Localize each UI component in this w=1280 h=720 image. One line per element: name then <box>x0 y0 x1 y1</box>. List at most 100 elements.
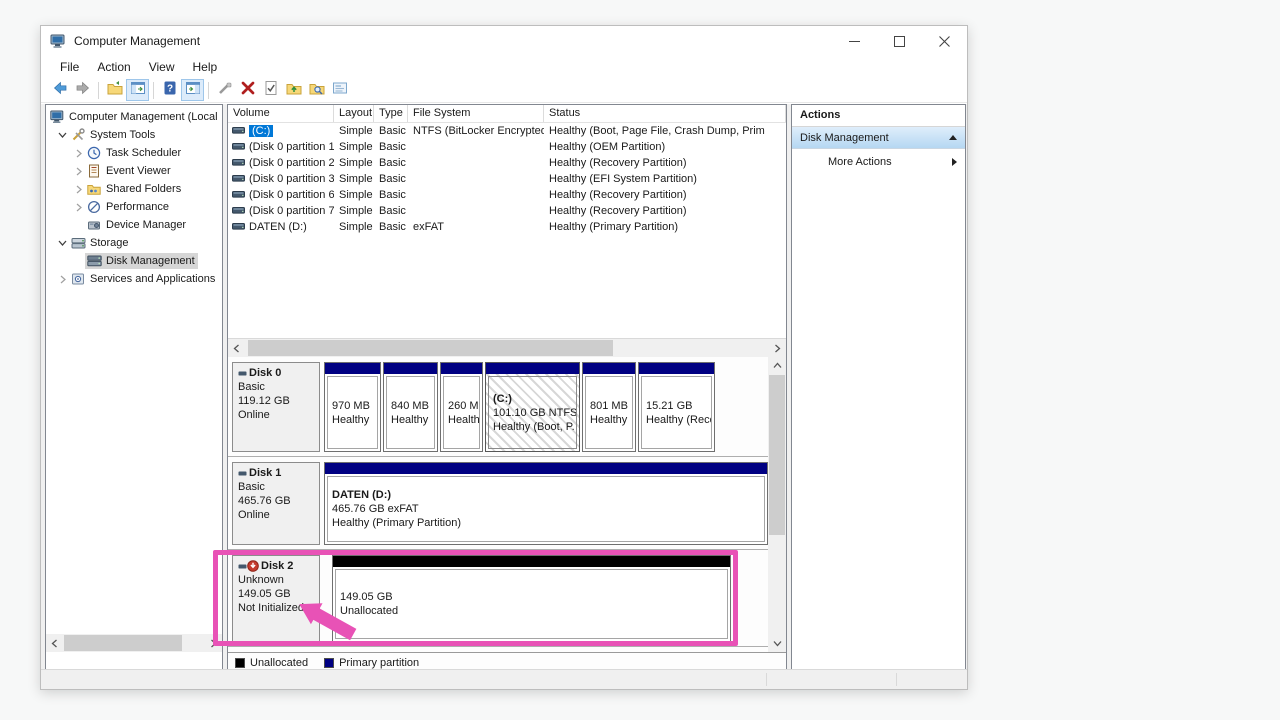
partition-block[interactable]: DATEN (D:)465.76 GB exFATHealthy (Primar… <box>324 462 768 545</box>
more-actions-item[interactable]: More Actions <box>792 149 965 175</box>
minimize-button[interactable] <box>832 26 877 56</box>
volume-row[interactable]: (Disk 0 partition 2)SimpleBasicHealthy (… <box>228 155 786 171</box>
delete-toolbar-button[interactable] <box>236 79 259 101</box>
volume-row[interactable]: (Disk 0 partition 1)SimpleBasicHealthy (… <box>228 139 786 155</box>
scroll-up-arrow-icon[interactable] <box>768 357 786 374</box>
partition-type-bar <box>639 363 714 374</box>
legend-item-primary-partition: Primary partition <box>324 657 419 669</box>
tree-horizontal-scrollbar[interactable] <box>46 634 222 652</box>
menu-action[interactable]: Action <box>88 58 139 76</box>
tree-item-performance[interactable]: Performance <box>46 198 222 216</box>
volume-row[interactable]: (Disk 0 partition 6)SimpleBasicHealthy (… <box>228 187 786 203</box>
menu-help[interactable]: Help <box>184 58 227 76</box>
partition-info-line: Healthy <box>332 413 373 427</box>
volume-row[interactable]: (Disk 0 partition 3)SimpleBasicHealthy (… <box>228 171 786 187</box>
tree-item-storage[interactable]: Storage <box>46 234 222 252</box>
partition-type-bar <box>583 363 635 374</box>
console-tree-toolbar-button[interactable] <box>126 79 149 101</box>
chevron-down-icon[interactable] <box>56 237 69 250</box>
partition-block[interactable]: 970 MBHealthy <box>324 362 381 452</box>
tree-item-label: Disk Management <box>106 255 195 267</box>
folder-find-toolbar-button[interactable] <box>305 79 328 101</box>
actions-panel-title: Actions <box>792 105 965 127</box>
back-icon <box>52 80 68 101</box>
partition-info-line: Healthy <box>391 413 430 427</box>
partition-block[interactable]: 840 MBHealthy <box>383 362 438 452</box>
maximize-button[interactable] <box>877 26 922 56</box>
action-pane-toolbar-button[interactable] <box>181 79 204 101</box>
partition-block[interactable]: 15.21 GBHealthy (Reco <box>638 362 715 452</box>
folder-up-toolbar-button[interactable] <box>282 79 305 101</box>
scroll-right-arrow-icon[interactable] <box>205 634 222 652</box>
volume-scrollbar-thumb[interactable] <box>248 340 613 356</box>
volume-status: Healthy (Primary Partition) <box>544 221 786 233</box>
close-button[interactable] <box>922 26 967 56</box>
volume-type: Basic <box>374 205 408 217</box>
volume-layout: Simple <box>334 125 374 137</box>
collapse-icon[interactable] <box>949 135 957 140</box>
menu-file[interactable]: File <box>51 58 88 76</box>
volume-layout: Simple <box>334 173 374 185</box>
disk-label-disk-0[interactable]: Disk 0Basic119.12 GBOnline <box>232 362 320 452</box>
disk-view-vertical-scrollbar[interactable] <box>768 357 786 652</box>
help-toolbar-button[interactable]: ? <box>158 79 181 101</box>
column-header-status[interactable]: Status <box>544 105 786 122</box>
column-header-volume[interactable]: Volume <box>228 105 334 122</box>
partition-block[interactable]: 801 MBHealthy <box>582 362 636 452</box>
storage-icon <box>70 236 86 250</box>
menu-view[interactable]: View <box>140 58 184 76</box>
column-header-file-system[interactable]: File System <box>408 105 544 122</box>
volume-row[interactable]: (Disk 0 partition 7)SimpleBasicHealthy (… <box>228 203 786 219</box>
column-header-type[interactable]: Type <box>374 105 408 122</box>
chevron-down-icon[interactable] <box>56 129 69 142</box>
scroll-right-arrow-icon[interactable] <box>769 339 786 357</box>
partition-block[interactable]: (C:)101.10 GB NTFS (Healthy (Boot, P. <box>485 362 580 452</box>
disk-label-disk-2[interactable]: Disk 2Unknown149.05 GBNot Initialized <box>232 555 320 642</box>
tree-item-shared-folders[interactable]: Shared Folders <box>46 180 222 198</box>
tree-item-task-scheduler[interactable]: Task Scheduler <box>46 144 222 162</box>
scroll-left-arrow-icon[interactable] <box>46 634 63 652</box>
chevron-right-icon[interactable] <box>72 147 85 160</box>
computer-icon <box>49 110 65 124</box>
partition-info-line: Unallocated <box>340 604 723 618</box>
properties-toolbar-button[interactable] <box>328 79 351 101</box>
chevron-right-icon[interactable] <box>72 165 85 178</box>
chevron-right-icon[interactable] <box>56 273 69 286</box>
tree-item-computer-management-local[interactable]: Computer Management (Local <box>46 108 222 126</box>
actions-group-label: Disk Management <box>800 132 889 144</box>
tree-item-device-manager[interactable]: Device Manager <box>46 216 222 234</box>
console-tree-panel: Computer Management (LocalSystem ToolsTa… <box>45 104 223 671</box>
system-tools-icon <box>70 128 86 142</box>
volume-list-horizontal-scrollbar[interactable] <box>228 339 786 357</box>
forward-icon <box>75 80 91 101</box>
actions-group-disk-management[interactable]: Disk Management <box>792 127 965 149</box>
disk-label-disk-1[interactable]: Disk 1Basic465.76 GBOnline <box>232 462 320 545</box>
chevron-right-icon[interactable] <box>72 201 85 214</box>
check-doc-toolbar-button[interactable] <box>259 79 282 101</box>
wand-toolbar-button[interactable] <box>213 79 236 101</box>
export-folder-toolbar-button[interactable] <box>103 79 126 101</box>
disk-row-disk-2: Disk 2Unknown149.05 GBNot Initialized149… <box>228 550 768 647</box>
tree-item-event-viewer[interactable]: Event Viewer <box>46 162 222 180</box>
tree-item-services-and-applications[interactable]: Services and Applications <box>46 270 222 288</box>
column-header-layout[interactable]: Layout <box>334 105 374 122</box>
volume-status: Healthy (Recovery Partition) <box>544 189 786 201</box>
chevron-right-icon[interactable] <box>72 183 85 196</box>
partition-block[interactable]: 149.05 GBUnallocated <box>332 555 731 642</box>
console-tree: Computer Management (LocalSystem ToolsTa… <box>46 105 222 634</box>
scroll-down-arrow-icon[interactable] <box>768 635 786 652</box>
volume-row[interactable]: DATEN (D:)SimpleBasicexFATHealthy (Prima… <box>228 219 786 235</box>
tree-scrollbar-thumb[interactable] <box>64 635 182 651</box>
volume-status: Healthy (EFI System Partition) <box>544 173 786 185</box>
forward-toolbar-button[interactable] <box>71 79 94 101</box>
volume-drive-icon <box>232 125 245 138</box>
volume-row[interactable]: (C:)SimpleBasicNTFS (BitLocker Encrypted… <box>228 123 786 139</box>
disk-scrollbar-thumb[interactable] <box>769 375 785 535</box>
tree-item-system-tools[interactable]: System Tools <box>46 126 222 144</box>
scroll-left-arrow-icon[interactable] <box>228 339 245 357</box>
back-toolbar-button[interactable] <box>48 79 71 101</box>
partition-info: 260 MHealth <box>443 376 480 449</box>
tree-item-disk-management[interactable]: Disk Management <box>46 252 222 270</box>
volume-type: Basic <box>374 141 408 153</box>
partition-block[interactable]: 260 MHealth <box>440 362 483 452</box>
